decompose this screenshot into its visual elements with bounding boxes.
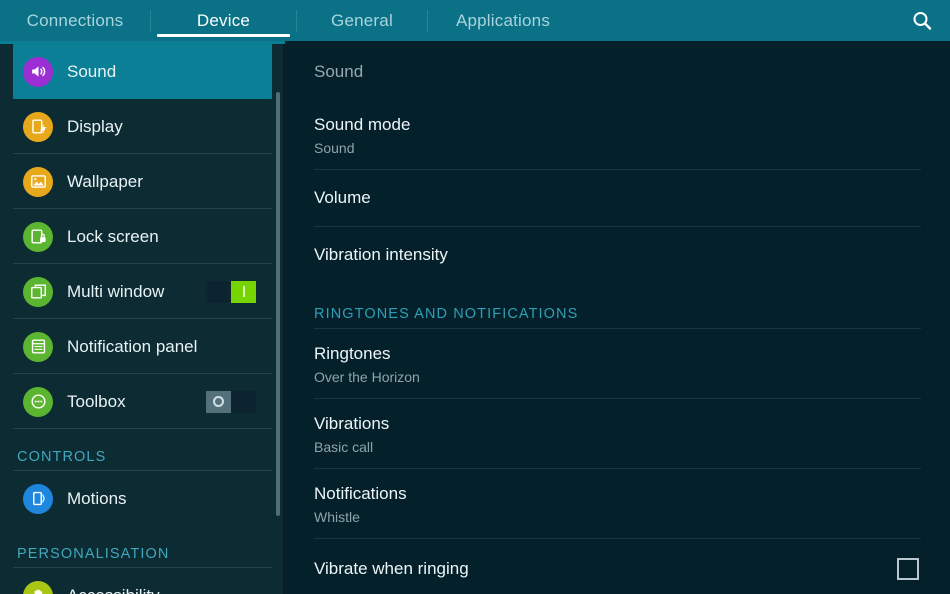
sidebar-item-label: Display [67,116,123,136]
toolbox-icon [23,386,53,417]
sidebar-item-sound[interactable]: Sound [13,44,272,99]
sidebar-section-personalisation-label: PERSONALISATION [17,546,170,562]
tab-connections-label: Connections [26,10,124,30]
sidebar-item-label: Notification panel [67,336,198,356]
speaker-icon [23,56,53,87]
setting-volume[interactable]: Volume [285,170,950,227]
tab-general[interactable]: General [297,0,427,41]
toolbox-toggle[interactable] [206,390,256,413]
section-ringtones-and-notifications: RINGTONES AND NOTIFICATIONS [285,284,950,329]
sidebar-scrollbar[interactable] [276,92,280,516]
sidebar-section-personalisation: PERSONALISATION [0,526,285,568]
settings-detail-panel: Sound Sound mode Sound Volume Vibration … [285,44,950,594]
sidebar-item-label: Wallpaper [67,171,143,191]
toggle-thumb-on [231,280,256,303]
search-icon [913,11,932,30]
tab-applications-label: Applications [455,10,551,30]
vibrate-when-ringing-checkbox[interactable] [897,558,919,580]
lock-screen-icon [23,221,53,252]
settings-sidebar[interactable]: Sound Display Wallpaper Lock screen Mult… [0,44,285,594]
setting-vibrate-when-ringing[interactable]: Vibrate when ringing [285,539,950,594]
sidebar-item-label: Accessibility [67,586,160,594]
active-tab-underline [157,34,290,37]
sidebar-item-display[interactable]: Display [0,99,285,154]
setting-title: Vibrate when ringing [314,559,469,578]
setting-subtitle: Sound [314,140,355,156]
multi-window-icon [23,276,53,307]
display-icon [23,111,53,142]
sidebar-item-label: Sound [67,61,117,81]
sidebar-section-controls: CONTROLS [0,429,285,471]
sidebar-section-controls-label: CONTROLS [17,449,107,465]
tab-device[interactable]: Device [151,0,296,41]
tab-applications[interactable]: Applications [428,0,578,41]
sidebar-item-notification-panel[interactable]: Notification panel [0,319,285,374]
section-header-label: RINGTONES AND NOTIFICATIONS [314,306,579,322]
setting-title: Sound mode [314,115,411,134]
top-tab-bar: Connections Device General Applications [0,0,950,41]
tab-device-label: Device [196,10,251,30]
sidebar-item-label: Motions [67,488,127,508]
toggle-track-right [231,390,256,413]
search-button[interactable] [894,0,950,41]
setting-title: Vibration intensity [314,245,448,264]
notification-panel-icon [23,331,53,362]
setting-title: Notifications [314,484,407,503]
tab-general-label: General [331,10,393,30]
accessibility-hand-icon [23,580,53,594]
motions-icon [23,483,53,514]
setting-vibration-intensity[interactable]: Vibration intensity [285,227,950,284]
sidebar-item-accessibility[interactable]: Accessibility [0,568,285,594]
sidebar-item-multi-window[interactable]: Multi window [0,264,285,319]
setting-subtitle: Whistle [314,509,360,525]
tab-connections[interactable]: Connections [0,0,150,41]
page-title-label: Sound [314,62,364,81]
sidebar-item-lock-screen[interactable]: Lock screen [0,209,285,264]
toggle-thumb-off [206,390,231,413]
setting-title: Volume [314,188,371,207]
wallpaper-icon [23,166,53,197]
setting-subtitle: Over the Horizon [314,369,420,385]
sidebar-item-wallpaper[interactable]: Wallpaper [0,154,285,209]
setting-notifications[interactable]: Notifications Whistle [285,469,950,539]
sidebar-item-label: Toolbox [67,391,126,411]
tabbar-spacer [578,0,894,41]
sidebar-item-toolbox[interactable]: Toolbox [0,374,285,429]
page-title: Sound [285,44,950,100]
settings-app-window: Connections Device General Applications [0,0,950,594]
setting-title: Ringtones [314,344,391,363]
sidebar-item-label: Lock screen [67,226,159,246]
setting-title: Vibrations [314,414,390,433]
setting-vibrations[interactable]: Vibrations Basic call [285,399,950,469]
setting-ringtones[interactable]: Ringtones Over the Horizon [285,329,950,399]
toggle-track-left [206,280,231,303]
sidebar-item-motions[interactable]: Motions [0,471,285,526]
setting-subtitle: Basic call [314,439,374,455]
multi-window-toggle[interactable] [206,280,256,303]
sidebar-item-label: Multi window [67,281,165,301]
setting-sound-mode[interactable]: Sound mode Sound [285,100,950,170]
